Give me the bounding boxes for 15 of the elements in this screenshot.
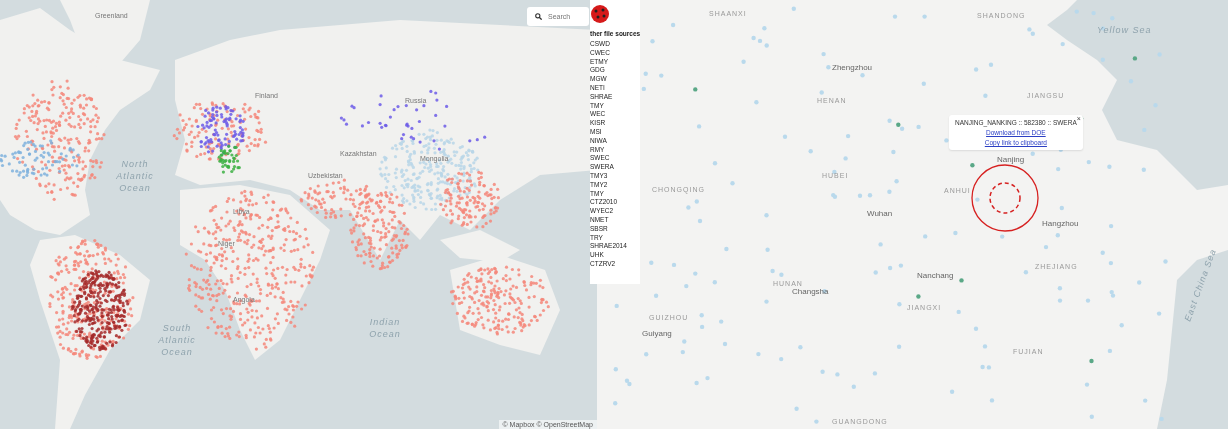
map-label: South Atlantic Ocean <box>157 322 197 358</box>
search-icon <box>535 13 542 20</box>
map-label: Indian Ocean <box>368 316 402 340</box>
selection-circle <box>971 164 1039 232</box>
map-label: Changsha <box>792 287 829 296</box>
map-label: North Atlantic Ocean <box>115 158 155 194</box>
map-label: Hangzhou <box>1042 219 1079 228</box>
map-label: Guiyang <box>642 329 672 338</box>
map-label: Wuhan <box>867 209 893 218</box>
map-label: Zhengzhou <box>832 63 873 72</box>
map-label: Yellow Sea <box>1097 25 1152 35</box>
map-label: Nanchang <box>917 271 954 280</box>
ladybug-logo-icon <box>590 4 610 24</box>
map-label: East China Sea <box>1182 247 1219 323</box>
map-label: Nanjing <box>997 155 1025 164</box>
